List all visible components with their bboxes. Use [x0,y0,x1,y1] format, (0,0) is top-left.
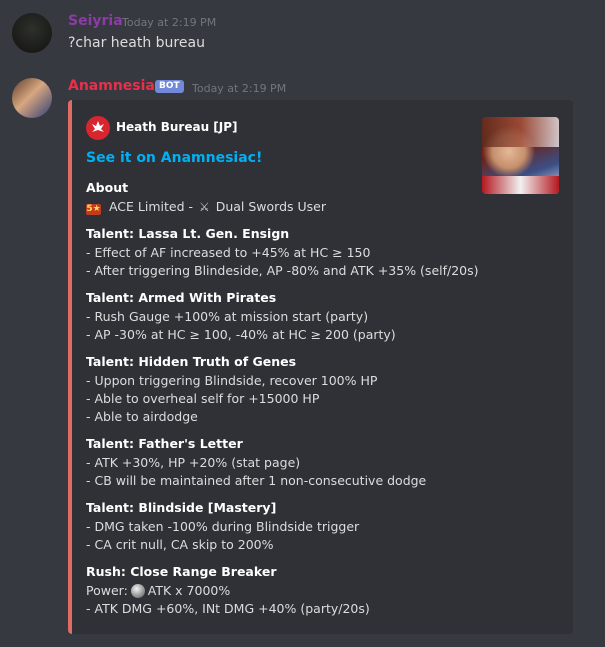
character-embed: Heath Bureau [JP] See it on Anamnesiac! … [68,100,573,634]
talent-line: - Rush Gauge +100% at mission start (par… [86,309,369,324]
talent-heading: Talent: Father's Letter [86,436,243,451]
talent-line: - AP -30% at HC ≥ 100, -40% at HC ≥ 200 … [86,327,396,342]
username[interactable]: Anamnesiac [68,78,163,94]
dual-swords-icon: ⚔ [198,200,210,214]
talent-heading: Talent: Blindside [Mastery] [86,500,277,515]
about-text: ACE Limited - [105,199,197,214]
talent-line: - Able to airdodge [86,409,198,424]
message-content: ?char heath bureau [68,35,205,51]
talent-line: - ATK +30%, HP +20% (stat page) [86,455,301,470]
rush-power-line: Power: ATK x 7000% [86,583,230,598]
rush-line: - ATK DMG +60%, INt DMG +40% (party/20s) [86,601,370,616]
character-thumbnail[interactable] [482,117,559,194]
power-label: Power: [86,583,128,598]
username[interactable]: Seiyria [68,13,123,29]
about-heading: About [86,180,129,195]
bot-tag: BOT [155,80,184,93]
talent-line: - CA crit null, CA skip to 200% [86,537,274,552]
talent-line: - After triggering Blindeside, AP -80% a… [86,263,479,278]
about-weapon-text: Dual Swords User [211,199,327,214]
talent-line: - Able to overheal self for +15000 HP [86,391,320,406]
talent-line: - CB will be maintained after 1 non-cons… [86,473,427,488]
orb-icon [130,584,145,598]
power-value: ATK x 7000% [147,583,231,598]
timestamp: Today at 2:19 PM [122,16,217,29]
about-line: 5★ ACE Limited - ⚔ Dual Swords User [86,199,326,215]
embed-author: Heath Bureau [JP] [116,120,238,134]
bot-avatar[interactable] [12,78,52,118]
talent-heading: Talent: Lassa Lt. Gen. Ensign [86,226,290,241]
crest-icon [86,116,110,140]
talent-heading: Talent: Hidden Truth of Genes [86,354,297,369]
talent-heading: Talent: Armed With Pirates [86,290,277,305]
talent-line: - DMG taken -100% during Blindside trigg… [86,519,360,534]
user-avatar[interactable] [12,13,52,53]
talent-line: - Uppon triggering Blindside, recover 10… [86,373,378,388]
timestamp: Today at 2:19 PM [192,82,287,95]
five-star-badge: 5★ [86,204,101,215]
talent-line: - Effect of AF increased to +45% at HC ≥… [86,245,371,260]
rush-heading: Rush: Close Range Breaker [86,564,277,579]
see-it-link[interactable]: See it on Anamnesiac! [86,150,262,166]
